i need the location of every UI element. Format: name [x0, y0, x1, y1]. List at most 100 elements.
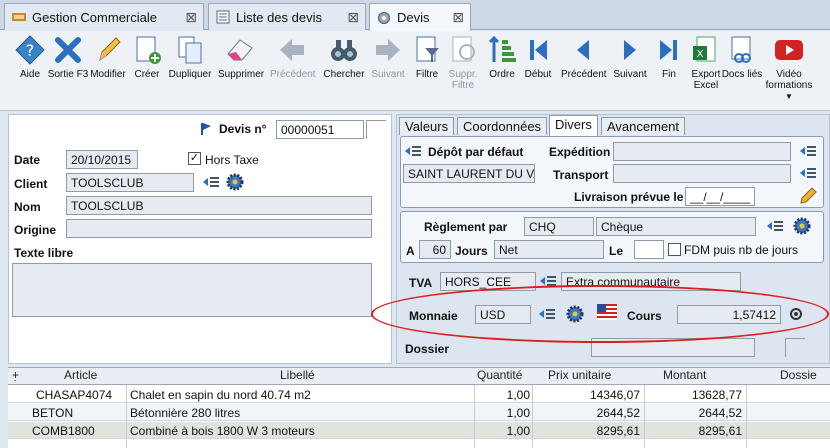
dossier-lock-box[interactable] — [785, 338, 805, 357]
tab-label: Gestion Commerciale — [32, 9, 157, 25]
list-lookup-icon[interactable] — [404, 144, 422, 158]
filter-icon — [416, 36, 439, 62]
column-article[interactable]: Article — [64, 368, 97, 385]
date-label: Date — [14, 153, 41, 167]
eraser-icon — [227, 39, 253, 61]
gear-icon[interactable] — [226, 173, 244, 191]
column-divider — [126, 385, 127, 448]
depot-label: Dépôt par défaut — [428, 145, 524, 159]
exit-button[interactable]: Sortie F3 — [46, 34, 90, 80]
le-field[interactable] — [634, 240, 664, 259]
tab-liste-des-devis[interactable]: Liste des devis ⊠ — [208, 3, 366, 30]
quote-header-panel: Devis n° 00000051 Date 20/10/2015 ✓ Hors… — [8, 114, 392, 364]
column-divider — [644, 385, 645, 448]
close-icon[interactable]: ⊠ — [185, 9, 197, 26]
tab-valeurs[interactable]: Valeurs — [399, 117, 455, 135]
column-prix-unitaire[interactable]: Prix unitaire — [548, 368, 611, 385]
livraison-date-field[interactable]: __/__/____ — [685, 187, 755, 206]
transport-label: Transport — [553, 168, 609, 182]
video-icon — [775, 40, 803, 60]
add-row-icon[interactable]: +̣ — [12, 368, 19, 385]
previous-search-button[interactable]: Précédent — [270, 34, 316, 80]
pencil-icon[interactable] — [799, 187, 817, 205]
delete-button[interactable]: Supprimer — [218, 34, 264, 80]
close-icon[interactable]: ⊠ — [452, 9, 464, 26]
first-button[interactable]: Début — [516, 34, 560, 80]
column-libelle[interactable]: Libellé — [280, 368, 315, 385]
chevron-down-icon[interactable]: ▼ — [764, 91, 814, 102]
table-row[interactable]: BETON Bétonnière 280 litres 1,00 2644,52… — [8, 404, 830, 421]
list-lookup-icon[interactable] — [799, 166, 817, 180]
transport-field[interactable] — [613, 164, 791, 183]
net-field[interactable]: Net — [494, 240, 604, 259]
arrow-right-icon — [376, 39, 400, 61]
reglement-desc-field[interactable]: Chèque — [596, 217, 756, 236]
texte-libre-label: Texte libre — [14, 246, 74, 260]
remove-filter-button[interactable]: Suppr. Filtre — [441, 34, 485, 91]
table-row[interactable]: CHASAP4074 Chalet en sapin du nord 40.74… — [8, 386, 830, 403]
payment-group: Règlement par CHQ Chèque A 60 Jours Net … — [400, 211, 824, 263]
arrow-left-icon — [280, 39, 304, 61]
client-field[interactable]: TOOLSCLUB — [66, 173, 194, 192]
toolbar: ? Aide Sortie F3 Modifier Créer Duplique… — [0, 31, 830, 111]
duplicate-button[interactable]: Dupliquer — [168, 34, 212, 80]
previous-button[interactable]: Précédent — [561, 34, 607, 80]
next-search-button[interactable]: Suivant — [366, 34, 410, 80]
column-montant[interactable]: Montant — [663, 368, 706, 385]
pencil-icon — [99, 37, 121, 62]
search-button[interactable]: Chercher — [322, 34, 366, 80]
tab-avancement[interactable]: Avancement — [601, 117, 686, 135]
date-field[interactable]: 20/10/2015 — [66, 150, 138, 169]
table-row[interactable]: COMB1800 Combiné à bois 1800 W 3 moteurs… — [8, 422, 830, 439]
tab-divers[interactable]: Divers — [549, 115, 598, 136]
next-icon — [624, 40, 636, 60]
expedition-field[interactable] — [613, 142, 791, 161]
last-icon — [660, 40, 677, 60]
create-button[interactable]: Créer — [125, 34, 169, 80]
column-dossier[interactable]: Dossie — [780, 368, 817, 385]
column-divider — [532, 385, 533, 448]
depot-field[interactable]: SAINT LAURENT DU VA — [403, 164, 535, 183]
fdm-checkbox[interactable] — [668, 243, 681, 256]
binoculars-icon — [331, 40, 357, 61]
linked-docs-button[interactable]: Docs liés — [720, 34, 764, 80]
tab-devis[interactable]: Devis ⊠ — [369, 3, 471, 31]
origine-field[interactable] — [66, 219, 372, 238]
tab-bar: Gestion Commerciale ⊠ Liste des devis ⊠ … — [0, 0, 830, 31]
edit-button[interactable]: Modifier — [86, 34, 130, 80]
hors-taxe-checkbox[interactable]: ✓ — [188, 152, 201, 165]
next-button[interactable]: Suivant — [608, 34, 652, 80]
le-label: Le — [609, 244, 624, 258]
jours-label: Jours — [455, 244, 488, 258]
column-quantite[interactable]: Quantité — [477, 368, 522, 385]
flag-icon — [201, 123, 211, 135]
sales-icon — [12, 13, 26, 21]
nom-field[interactable]: TOOLSCLUB — [66, 196, 372, 215]
devis-label: Devis n° — [219, 122, 267, 136]
tab-gestion-commerciale[interactable]: Gestion Commerciale ⊠ — [4, 3, 204, 30]
shipping-group: Dépôt par défaut SAINT LAURENT DU VA Exp… — [400, 136, 824, 208]
list-lookup-icon[interactable] — [799, 144, 817, 158]
column-divider — [474, 385, 475, 448]
close-icon[interactable]: ⊠ — [347, 9, 359, 26]
gear-icon[interactable] — [793, 217, 811, 235]
remove-filter-icon — [452, 36, 475, 62]
video-training-button[interactable]: Vidéo formations ▼ — [764, 34, 814, 102]
list-lookup-icon[interactable] — [202, 175, 220, 189]
help-icon: ? — [15, 35, 45, 65]
list-lookup-icon[interactable] — [766, 219, 784, 233]
list-icon — [216, 10, 230, 24]
devis-lock-box[interactable] — [366, 120, 386, 139]
client-label: Client — [14, 177, 48, 191]
devis-number-field[interactable]: 00000051 — [276, 120, 364, 139]
livraison-label: Livraison prévue le — [574, 190, 684, 204]
quote-icon — [378, 11, 390, 24]
texte-libre-textarea[interactable] — [12, 263, 372, 317]
linked-docs-icon — [731, 36, 751, 63]
tab-coordonnees[interactable]: Coordonnées — [457, 117, 548, 135]
duplicate-icon — [178, 36, 202, 64]
reglement-code-field[interactable]: CHQ — [524, 217, 594, 236]
grid-header — [8, 368, 830, 385]
jours-field[interactable]: 60 — [419, 240, 451, 259]
svg-text:X: X — [697, 49, 704, 60]
